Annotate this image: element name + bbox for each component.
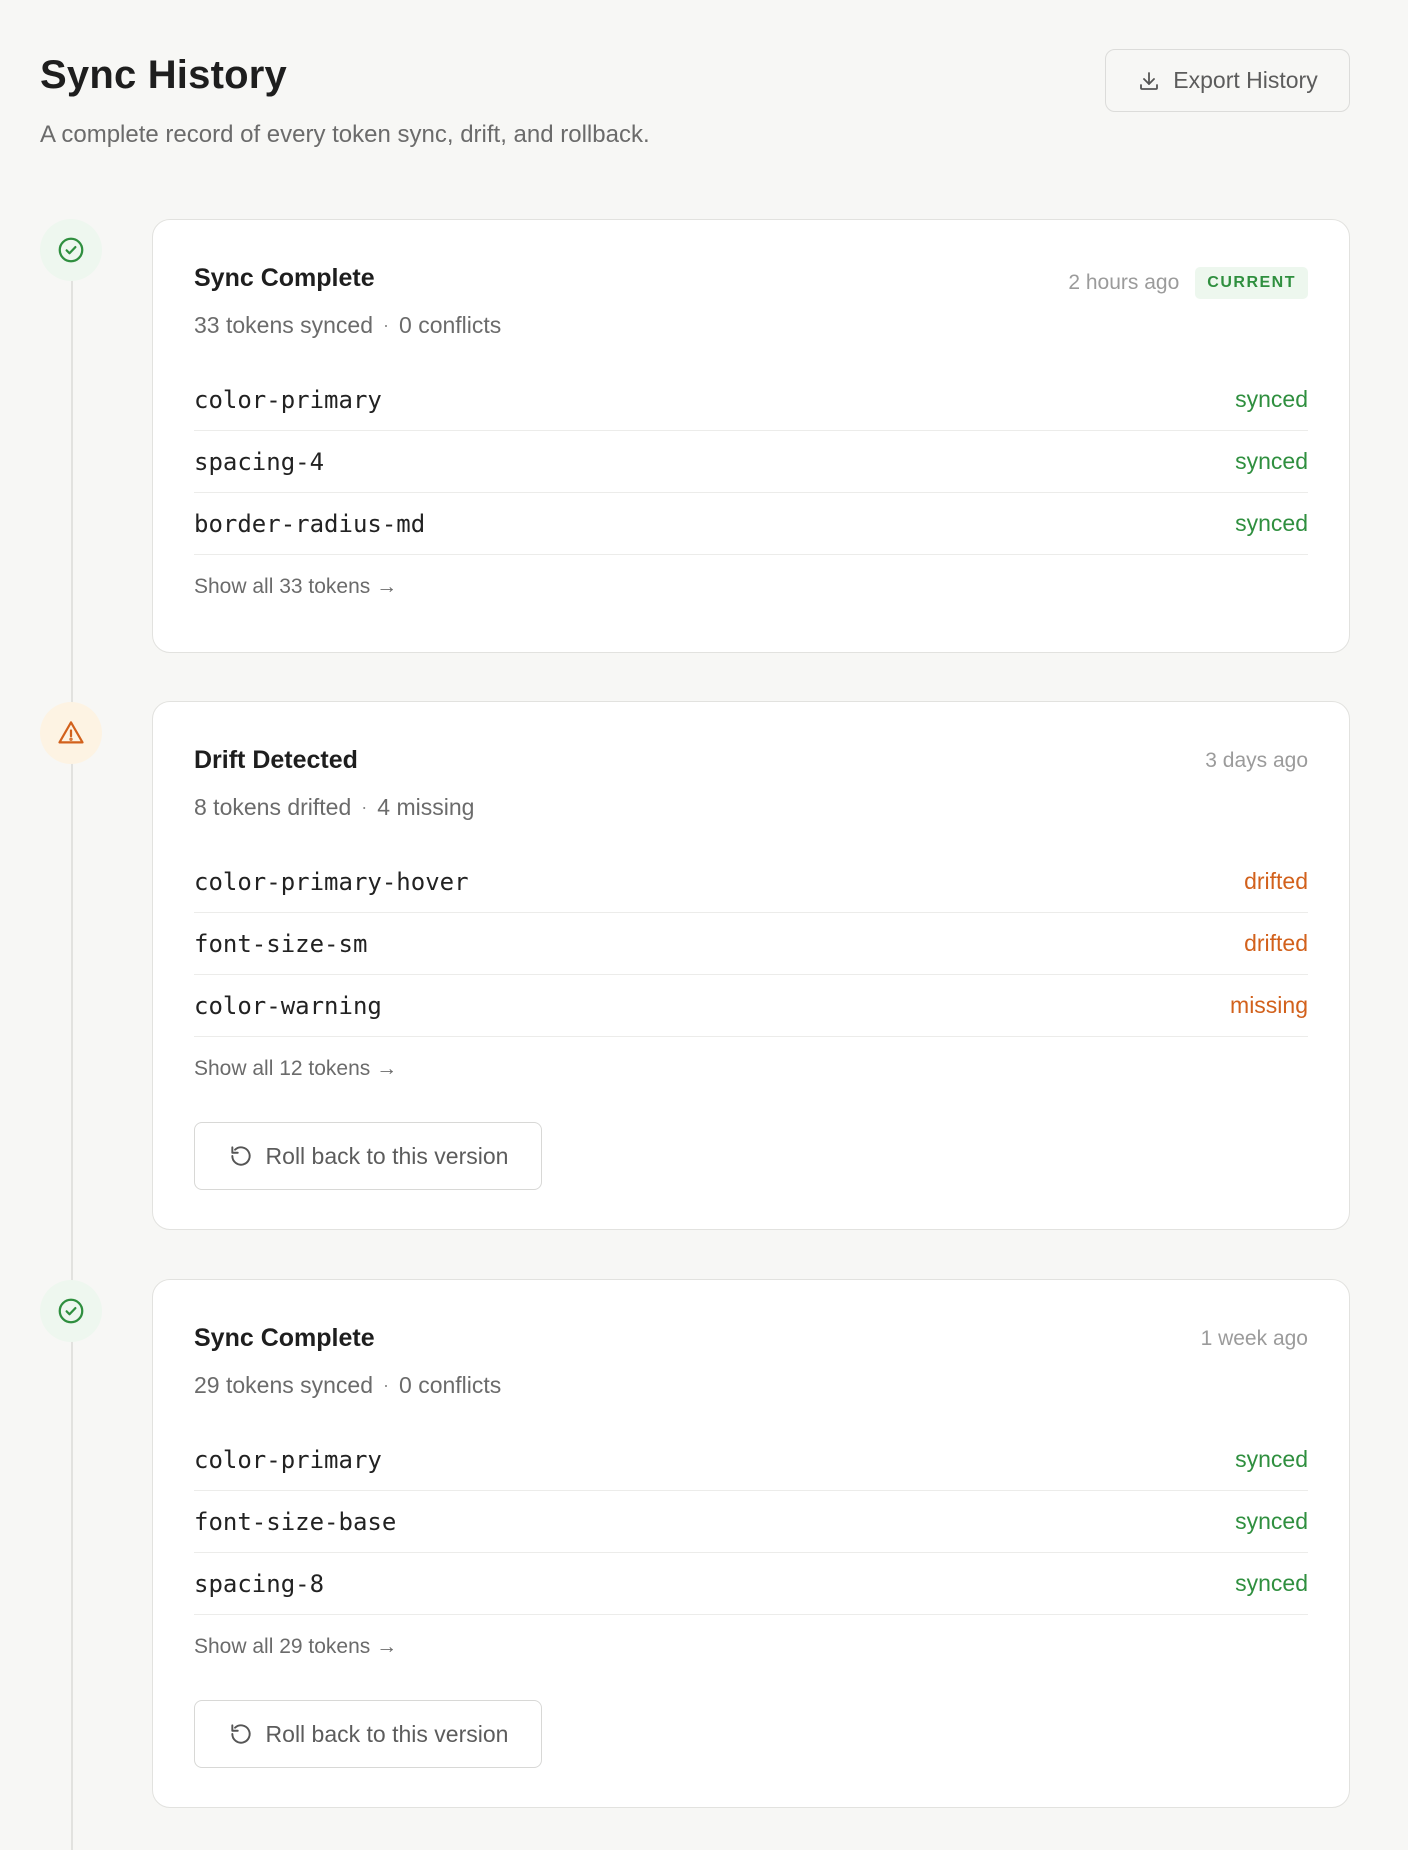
check-circle-icon	[58, 1298, 84, 1324]
timeline-marker-warning	[40, 702, 102, 764]
entry-meta-count: 33 tokens synced	[194, 312, 374, 338]
rollback-button[interactable]: Roll back to this version	[194, 1700, 542, 1768]
entry-time: 1 week ago	[1200, 1327, 1308, 1350]
token-status: synced	[1235, 1508, 1308, 1534]
timeline-marker-success	[40, 1280, 102, 1342]
export-history-label: Export History	[1173, 67, 1318, 93]
token-list: color-primary-hover drifted font-size-sm…	[194, 851, 1308, 1037]
token-row: spacing-4 synced	[194, 431, 1308, 493]
show-all-tokens-link[interactable]: Show all 12 tokens →	[194, 1057, 397, 1081]
rotate-ccw-icon	[230, 1724, 251, 1744]
rollback-label: Roll back to this version	[265, 1720, 509, 1747]
export-history-button[interactable]: Export History	[1105, 49, 1350, 112]
token-row: spacing-8 synced	[194, 1553, 1308, 1615]
token-name: font-size-base	[194, 1507, 397, 1536]
token-name: color-primary-hover	[194, 867, 469, 896]
token-status: synced	[1235, 448, 1308, 474]
token-row: font-size-base synced	[194, 1491, 1308, 1553]
entry-title: Drift Detected	[194, 746, 358, 774]
token-row: color-primary synced	[194, 1429, 1308, 1491]
entry-meta-conflicts: 0 conflicts	[399, 1372, 502, 1398]
sync-history-page: Sync History A complete record of every …	[0, 0, 1408, 1850]
rollback-button[interactable]: Roll back to this version	[194, 1122, 542, 1190]
entry-time: 3 days ago	[1205, 749, 1308, 772]
entry-meta-missing: 4 missing	[377, 794, 475, 820]
rollback-label: Roll back to this version	[265, 1142, 509, 1169]
token-list: color-primary synced spacing-4 synced bo…	[194, 369, 1308, 555]
drift-entry-card: Drift Detected 3 days ago 8 tokens drift…	[152, 701, 1350, 1230]
meta-separator: ·	[383, 1375, 390, 1395]
entry-meta: 29 tokens synced · 0 conflicts	[194, 1372, 501, 1399]
token-name: spacing-4	[194, 447, 325, 476]
entry-meta-count: 8 tokens drifted	[194, 794, 352, 820]
page-subtitle: A complete record of every token sync, d…	[40, 121, 650, 148]
meta-separator: ·	[383, 315, 390, 335]
entry-title: Sync Complete	[194, 264, 375, 292]
show-all-tokens-link[interactable]: Show all 29 tokens →	[194, 1635, 397, 1659]
sync-entry-card: Sync Complete 2 hours ago CURRENT 33 tok…	[152, 219, 1350, 653]
rotate-ccw-icon	[230, 1146, 251, 1166]
entry-title: Sync Complete	[194, 1324, 375, 1352]
token-row: border-radius-md synced	[194, 493, 1308, 555]
token-name: spacing-8	[194, 1569, 325, 1598]
meta-separator: ·	[361, 797, 368, 817]
token-row: color-warning missing	[194, 975, 1308, 1037]
token-name: color-primary	[194, 1445, 382, 1474]
token-status: synced	[1235, 1446, 1308, 1472]
sync-entry-card: Sync Complete 1 week ago 29 tokens synce…	[152, 1279, 1350, 1808]
page-header: Sync History A complete record of every …	[40, 0, 1351, 170]
token-status: synced	[1235, 1570, 1308, 1596]
warning-triangle-icon	[58, 721, 84, 744]
download-icon	[1140, 71, 1159, 90]
token-status: drifted	[1244, 930, 1308, 956]
token-name: color-primary	[194, 385, 382, 414]
token-name: color-warning	[194, 991, 382, 1020]
timeline-marker-success	[40, 219, 102, 281]
token-list: color-primary synced font-size-base sync…	[194, 1429, 1308, 1615]
entry-time-group: 2 hours ago CURRENT	[1068, 267, 1308, 299]
token-name: font-size-sm	[194, 929, 368, 958]
token-row: color-primary synced	[194, 369, 1308, 431]
entry-meta: 33 tokens synced · 0 conflicts	[194, 312, 501, 339]
token-name: border-radius-md	[194, 509, 426, 538]
check-circle-icon	[58, 237, 84, 263]
timeline-line	[71, 252, 73, 1850]
entry-meta-conflicts: 0 conflicts	[399, 312, 502, 338]
entry-time-group: 3 days ago	[1205, 749, 1308, 773]
entry-time: 2 hours ago	[1068, 271, 1180, 294]
token-row: font-size-sm drifted	[194, 913, 1308, 975]
page-title: Sync History	[40, 53, 287, 97]
token-status: missing	[1230, 992, 1308, 1018]
entry-meta-count: 29 tokens synced	[194, 1372, 374, 1398]
show-all-tokens-link[interactable]: Show all 33 tokens →	[194, 575, 397, 599]
current-badge: CURRENT	[1195, 267, 1308, 299]
token-status: drifted	[1244, 868, 1308, 894]
token-status: synced	[1235, 386, 1308, 412]
entry-time-group: 1 week ago	[1201, 1327, 1308, 1351]
token-row: color-primary-hover drifted	[194, 851, 1308, 913]
token-status: synced	[1235, 510, 1308, 536]
entry-meta: 8 tokens drifted · 4 missing	[194, 794, 474, 821]
